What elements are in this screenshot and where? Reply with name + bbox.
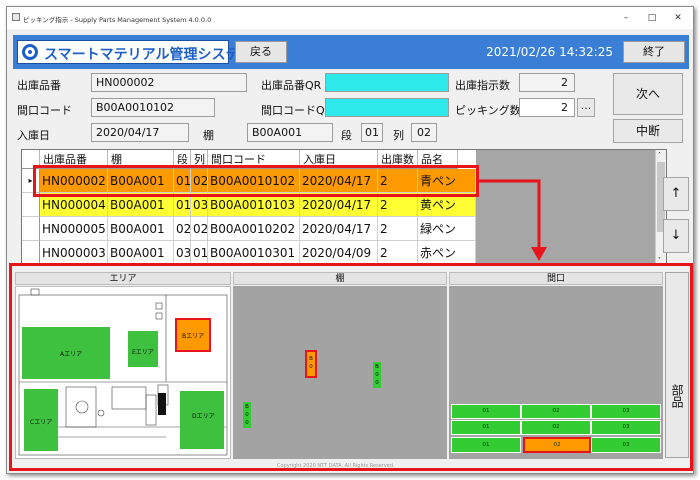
frontage-qr-label: 間口コードQR — [261, 104, 333, 117]
table-row[interactable]: HN000003 B00A001 03 01 B00A0010301 2020/… — [40, 241, 476, 264]
cell-item-name: 緑ペン — [418, 217, 476, 241]
logo-icon — [22, 44, 38, 60]
picking-count-label: ピッキング数 — [455, 104, 521, 117]
cell-column: 02 — [191, 217, 208, 241]
row-header[interactable] — [22, 241, 40, 264]
cell-in-date: 2020/04/09 — [300, 241, 378, 264]
exit-button[interactable]: 終了 — [623, 41, 685, 63]
frontage-code-field: B00A0010102 — [91, 98, 215, 117]
back-button[interactable]: 戻る — [235, 41, 287, 63]
tier-label: 段 — [341, 129, 352, 142]
cell-frontage-code: B00A0010301 — [208, 241, 300, 264]
move-up-button[interactable]: ↑ — [663, 177, 689, 211]
out-instruction-count-label: 出庫指示数 — [455, 79, 510, 92]
logo-text: スマートマテリアル管理システム — [44, 47, 254, 63]
shelf-field: B00A001 — [247, 123, 333, 142]
frontage-qr-input[interactable] — [325, 98, 449, 117]
minimize-button[interactable]: – — [615, 10, 637, 26]
cell-tier: 02 — [174, 217, 191, 241]
scroll-up-arrow-icon[interactable]: ˄ — [658, 152, 661, 159]
cell-qty: 2 — [378, 241, 418, 264]
shelf-label: 棚 — [203, 129, 214, 142]
connector-arrow-icon — [479, 179, 547, 261]
tier-field: 01 — [361, 123, 383, 142]
picking-count-input[interactable]: 2 — [519, 98, 575, 117]
frontage-code-label: 間口コード — [17, 104, 72, 117]
cell-part-no: HN000003 — [40, 241, 108, 264]
window-title: ピッキング指示 - Supply Parts Management System… — [23, 16, 212, 24]
out-part-no-field: HN000002 — [91, 73, 247, 92]
cell-shelf: B00A001 — [108, 217, 174, 241]
in-date-field: 2020/04/17 — [91, 123, 189, 142]
move-down-button[interactable]: ↓ — [663, 219, 689, 253]
column-label: 列 — [393, 129, 404, 142]
cell-in-date: 2020/04/17 — [300, 217, 378, 241]
selected-row-highlight-frame — [33, 165, 479, 197]
map-area-highlight-frame — [9, 263, 693, 471]
app-logo: スマートマテリアル管理システム — [17, 40, 253, 64]
header-bar: スマートマテリアル管理システム 戻る 2021/02/26 14:32:25 終… — [13, 35, 689, 69]
row-header[interactable] — [22, 217, 40, 241]
title-bar: ピッキング指示 - Supply Parts Management System… — [7, 7, 693, 29]
cell-tier: 03 — [174, 241, 191, 264]
cell-part-no: HN000005 — [40, 217, 108, 241]
interrupt-button[interactable]: 中断 — [613, 119, 683, 143]
cell-shelf: B00A001 — [108, 241, 174, 264]
picking-count-ellipsis-button[interactable]: ... — [577, 98, 595, 117]
cell-qty: 2 — [378, 217, 418, 241]
out-part-no-label: 出庫品番 — [17, 79, 61, 92]
app-window: ピッキング指示 - Supply Parts Management System… — [6, 6, 694, 474]
next-button[interactable]: 次へ — [613, 73, 683, 115]
table-row[interactable]: HN000005 B00A001 02 02 B00A0010202 2020/… — [40, 217, 476, 241]
column-field: 02 — [411, 123, 437, 142]
cell-item-name: 赤ペン — [418, 241, 476, 264]
out-part-qr-input[interactable] — [325, 73, 449, 92]
close-button[interactable]: ✕ — [667, 10, 689, 26]
out-part-qr-label: 出庫品番QR — [261, 79, 322, 92]
maximize-button[interactable]: □ — [641, 10, 663, 26]
app-icon — [12, 13, 20, 21]
cell-frontage-code: B00A0010202 — [208, 217, 300, 241]
cell-column: 01 — [191, 241, 208, 264]
in-date-label: 入庫日 — [17, 129, 50, 142]
datetime: 2021/02/26 14:32:25 — [486, 45, 613, 59]
out-instruction-count-field: 2 — [519, 73, 575, 92]
